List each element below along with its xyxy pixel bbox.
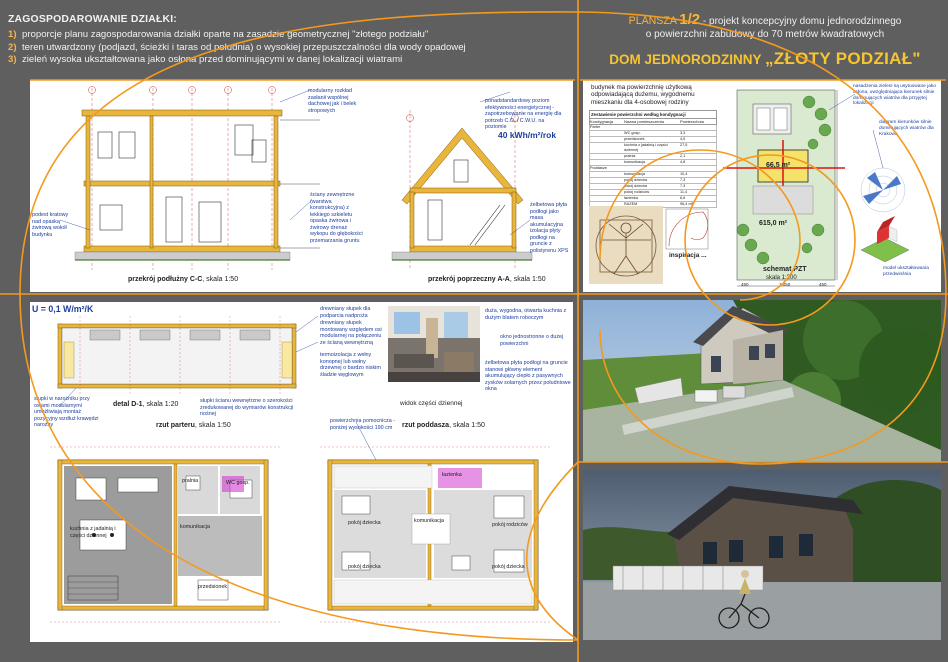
sections-panel: modularny rozkład zasłanii wspólnej dach… bbox=[30, 80, 573, 292]
ground-plan-caption: rzut parteru, skala 1:50 bbox=[156, 422, 231, 429]
studs-note: słupki w narożniku przy osiami modularny… bbox=[34, 396, 99, 428]
pzt-scale: skala 1:200 bbox=[766, 275, 797, 281]
project-line-1: - projekt koncepcyjny domu jednorodzinne… bbox=[700, 16, 902, 27]
energy-value: 40 kWh/m²/rok bbox=[498, 130, 557, 140]
cross-section-caption: przekrój poprzeczny A-A, skala 1:50 bbox=[428, 276, 546, 283]
room-parents: pokój rodziców bbox=[492, 522, 528, 528]
plansza-label: PLANSZA 1/2 bbox=[628, 11, 701, 28]
stair-note: żelbetowa płyta podłogi na gruncie stano… bbox=[485, 360, 571, 392]
panels-note: słupki ścianu wewnętrzne o szerokości zr… bbox=[200, 398, 294, 417]
foundation-note: podest kratowy nad opaską żwirową wokół … bbox=[32, 212, 69, 238]
room-wc: WC gosp. bbox=[226, 480, 250, 486]
pzt-dim-2: 1 050 bbox=[779, 282, 791, 287]
site-note-2: 2) teren utwardzony (podjazd, ścieżki i t… bbox=[8, 41, 466, 53]
site-note-1: 1) proporcje planu zagospodarowania dział… bbox=[8, 29, 429, 41]
plot-area: 615,0 m² bbox=[759, 220, 788, 227]
presentation-board: ZAGOSPODAROWANIE DZIAŁKI: 1) proporcje pl… bbox=[0, 0, 948, 662]
room-bathroom: łazienka bbox=[442, 472, 462, 478]
insulation-note: opaska żwirowa i żwirowy drenaż wykopu d… bbox=[310, 218, 363, 244]
site-development-notes: ZAGOSPODAROWANIE DZIAŁKI: 1) proporcje pl… bbox=[8, 14, 568, 67]
energy-note: ponadstandardowy poziom efektywności ene… bbox=[485, 98, 562, 130]
living-note: duża, wygodna, otwarta kuchnia z dużym b… bbox=[485, 308, 567, 321]
pzt-note-model: model ukształtowania przedwiośnia bbox=[883, 266, 929, 277]
pzt-caption: schemat PZT bbox=[763, 266, 807, 273]
pzt-note-greenery: nasadzenia zieleni są usytuowane jako os… bbox=[853, 84, 936, 107]
site-development-title: ZAGOSPODAROWANIE DZIAŁKI: bbox=[8, 14, 177, 25]
site-note-3: 3) zieleń wysoka ukształtowana jako osłon… bbox=[8, 54, 403, 66]
post2-note: drewniany słupek montowany względem osi … bbox=[320, 320, 382, 346]
pzt-note-wind: diagram kierunków silnie dominujących wi… bbox=[879, 120, 934, 137]
room-attic-hall: komunikacja bbox=[414, 518, 444, 524]
room-entrance: przedsionek bbox=[198, 584, 228, 590]
roof-note: modularny rozkład zasłanii wspólnej dach… bbox=[308, 88, 357, 114]
room-child-1: pokój dziecka bbox=[348, 520, 381, 526]
view-caption: widok części dziennej bbox=[400, 400, 463, 407]
street-rendering bbox=[583, 470, 941, 640]
attic-plan-caption: rzut poddasza, skala 1:50 bbox=[402, 422, 485, 429]
slab-note: żelbetowa płyta podłogi jako masa akumul… bbox=[530, 202, 568, 228]
pzt-drawing bbox=[723, 89, 910, 287]
detail-caption: detal D-1, skala 1:20 bbox=[113, 401, 179, 408]
board-title-block: PLANSZA 1/2 - projekt koncepcyjny domu j… bbox=[590, 11, 940, 68]
room-laundry: pralnia bbox=[182, 478, 199, 484]
post-note: drewniany słupek dla podparcia nadproża bbox=[320, 306, 371, 319]
project-name: DOM JEDNORODZINNY „ZŁOTY PODZIAŁ" bbox=[609, 49, 921, 68]
pzt-dim-3: 450 bbox=[819, 282, 827, 287]
plans-drawing bbox=[50, 306, 550, 623]
pzt-dim-1: 450 bbox=[741, 282, 749, 287]
thermal-note: termoizolacja z wełny konopnej lub wełny… bbox=[320, 352, 381, 378]
info-panel: budynek ma powierzchnię użytkową odpowia… bbox=[583, 80, 941, 292]
building-area: 66,5 m² bbox=[766, 162, 791, 169]
windows-note: okno jednostronne o dużej powierzchni bbox=[500, 334, 564, 347]
room-living: kuchnia z jadalnią i części dziennej bbox=[70, 526, 116, 539]
room-child-2: pokój dziecka bbox=[348, 564, 381, 570]
walls-note: ściany zewnętrzne (warstwa konstrukcyjna… bbox=[310, 192, 355, 218]
project-line-2: o powierzchni zabudowy do 70 metrów kwad… bbox=[645, 28, 885, 40]
room-hall: komunikacja bbox=[180, 524, 210, 530]
attic-note: powierzchnia pomocnicza - poniżej wysoko… bbox=[330, 418, 396, 431]
xps-note: izolacja płyty podłogi na gruncie z poli… bbox=[530, 228, 569, 254]
long-section-caption: przekrój podłużny C-C, skala 1:50 bbox=[128, 276, 239, 283]
plans-panel: U = 0,1 W/m²/K drewniany słupek dla podp… bbox=[30, 302, 573, 642]
room-child-3: pokój dziecka bbox=[492, 564, 525, 570]
aerial-rendering bbox=[583, 300, 941, 462]
